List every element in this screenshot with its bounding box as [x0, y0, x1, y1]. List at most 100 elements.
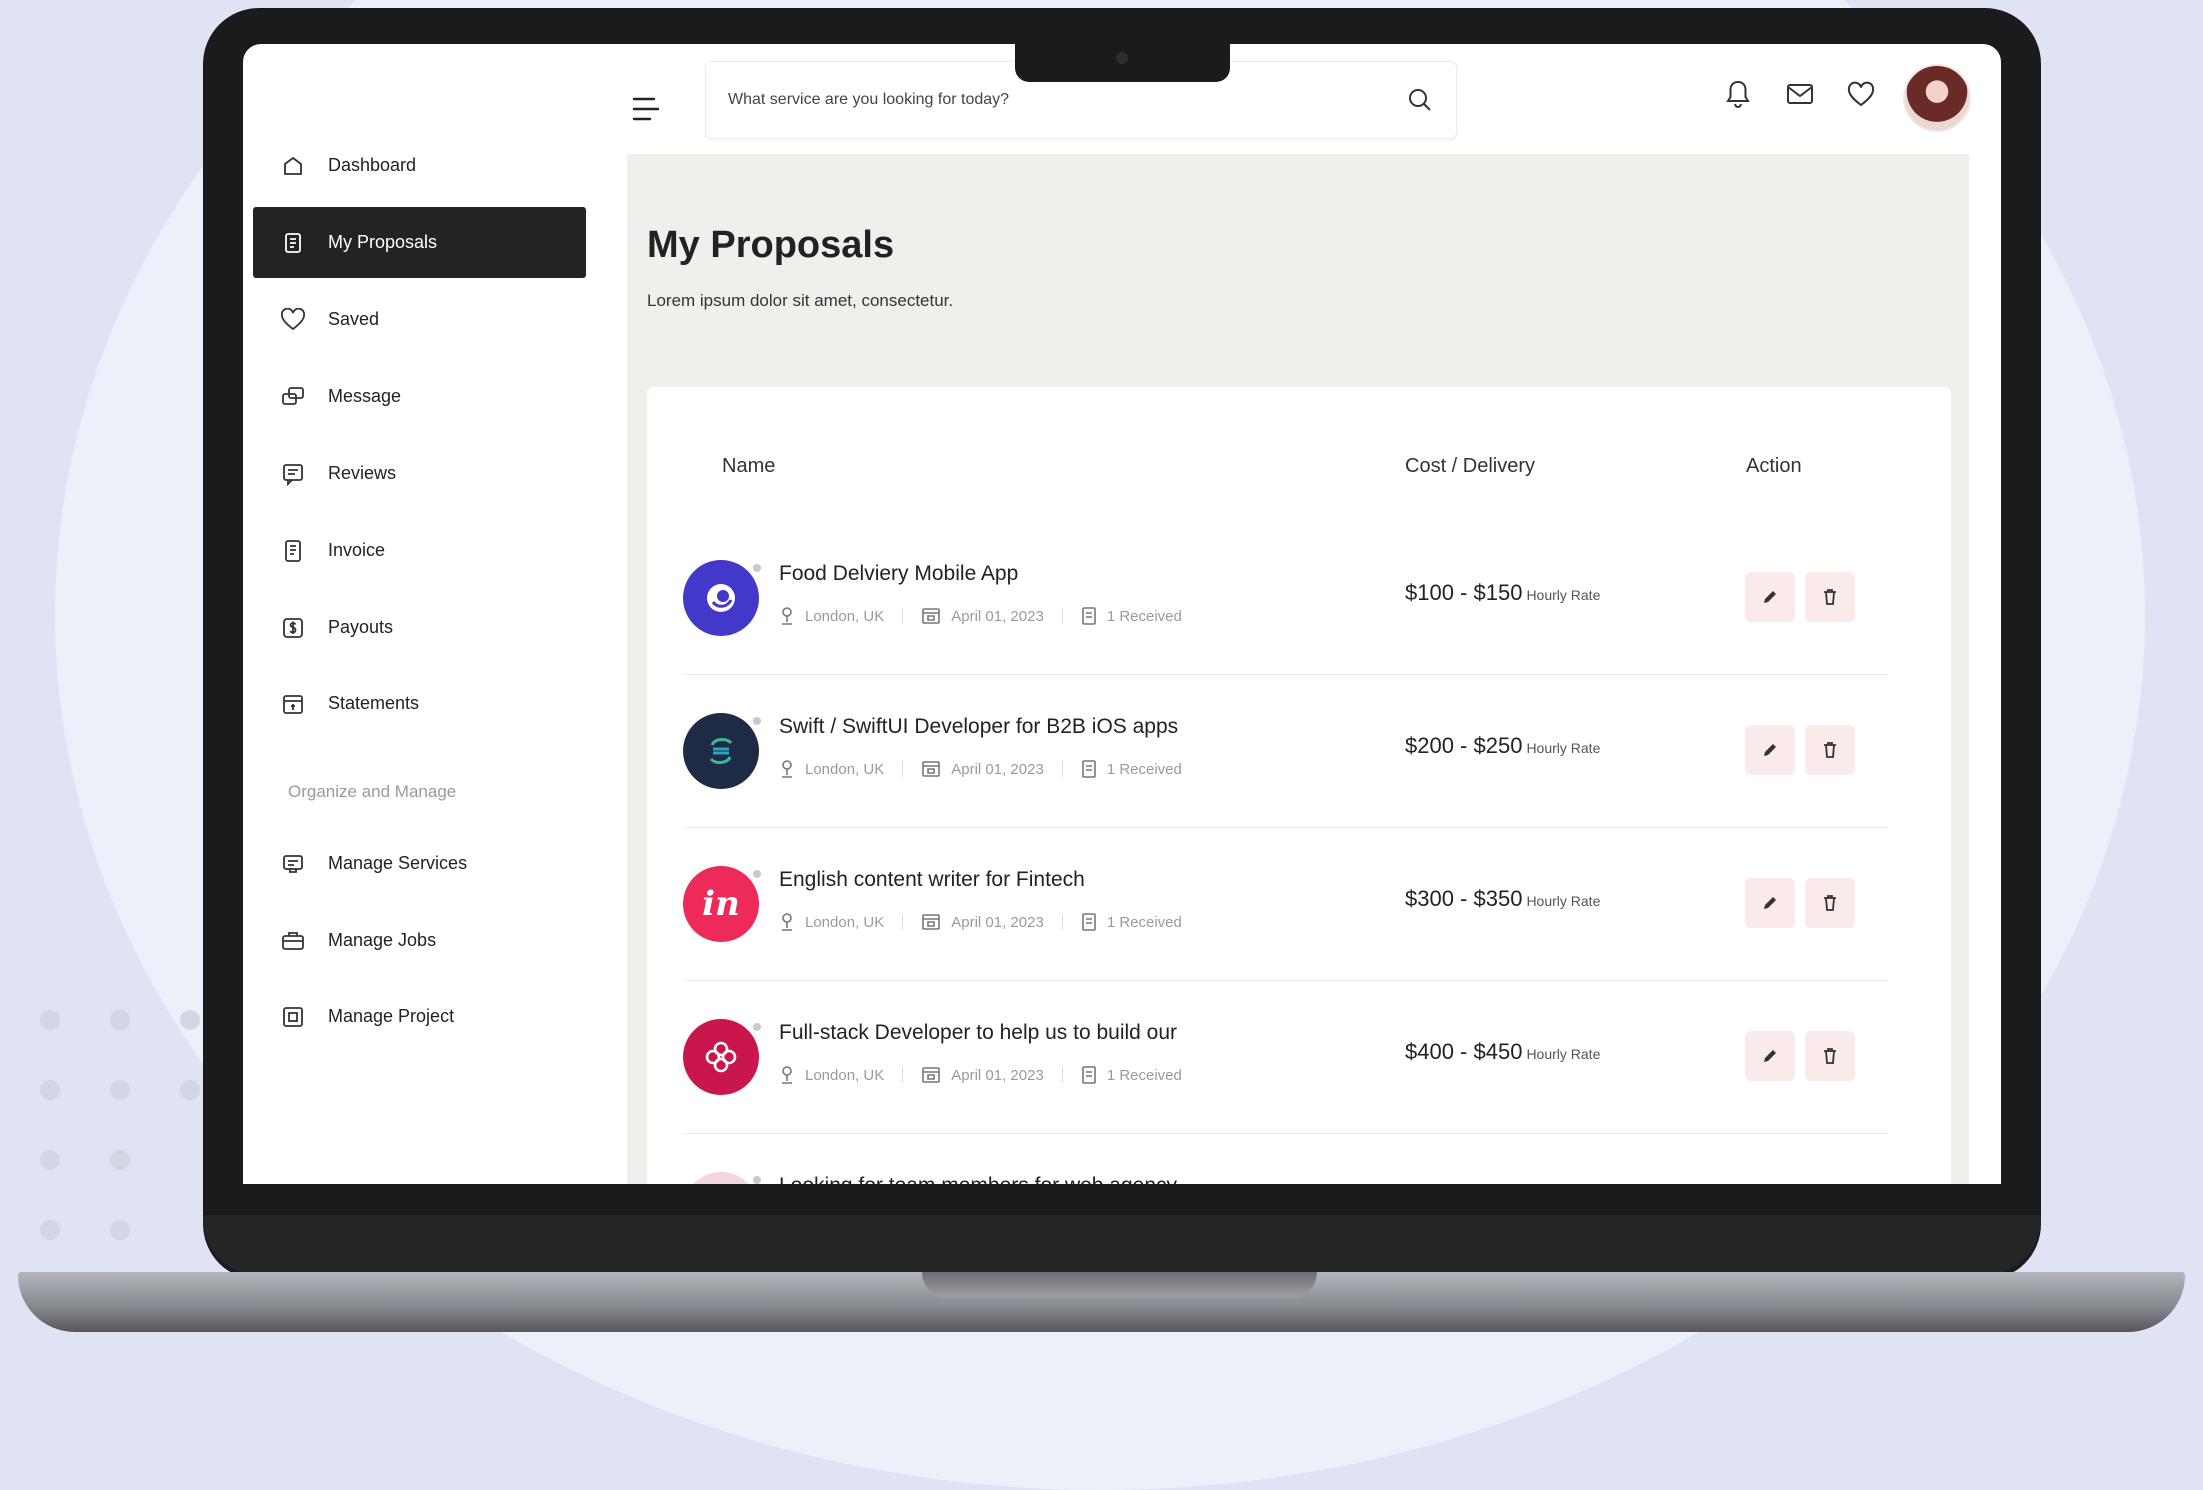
trash-icon [1824, 1048, 1836, 1064]
proposal-title[interactable]: Swift / SwiftUI Developer for B2B iOS ap… [779, 715, 1178, 739]
camera-notch [1015, 44, 1230, 82]
edit-button[interactable] [1745, 878, 1795, 928]
laptop-chin [203, 1215, 2041, 1275]
location-text: London, UK [805, 760, 885, 778]
received-text: 1 Received [1106, 913, 1182, 931]
rate-unit: Hourly Rate [1526, 587, 1601, 603]
column-header-action: Action [1746, 455, 1802, 477]
calendar-icon [922, 761, 941, 777]
sidebar-item-payouts[interactable]: Payouts [253, 592, 586, 663]
delete-button[interactable] [1805, 725, 1855, 775]
proposal-title[interactable]: English content writer for Fintech [779, 868, 1085, 892]
edit-button[interactable] [1745, 572, 1795, 622]
location-pin-icon [782, 1066, 792, 1084]
sidebar-item-invoice[interactable]: Invoice [253, 515, 586, 586]
company-logo [683, 1019, 761, 1095]
sidebar-item-label: Payouts [328, 617, 394, 637]
delete-button[interactable] [1805, 1031, 1855, 1081]
delete-button[interactable] [1805, 878, 1855, 928]
search-icon[interactable] [1406, 86, 1434, 114]
edit-button[interactable] [1745, 725, 1795, 775]
calendar-icon [922, 608, 941, 624]
price-cell: $100 - $150 Hourly Rate [1405, 580, 1600, 606]
sidebar-item-label: Invoice [328, 540, 386, 560]
sidebar-item-dashboard[interactable]: Dashboard [253, 130, 586, 201]
column-header-cost: Cost / Delivery [1405, 455, 1536, 477]
location-pin-icon [782, 913, 792, 931]
trash-icon [1824, 742, 1836, 758]
proposal-meta: London, UK April 01, 2023 1 Received [779, 1065, 1182, 1085]
sidebar-item-label: Saved [328, 309, 380, 329]
camera-icon [1116, 52, 1128, 64]
proposal-title[interactable]: Food Delviery Mobile App [779, 562, 1018, 586]
table-row: Full-stack Developer to help us to build… [683, 981, 1889, 1134]
project-icon [278, 1002, 308, 1032]
received-text: 1 Received [1106, 607, 1182, 625]
price-cell: $200 - $250 Hourly Rate [1405, 733, 1600, 759]
document-icon [278, 228, 308, 258]
location-pin-icon [782, 760, 792, 778]
location-text: London, UK [805, 607, 885, 625]
date-text: April 01, 2023 [951, 607, 1044, 625]
sidebar-item-reviews[interactable]: Reviews [253, 438, 586, 509]
notification-bell-icon[interactable] [1721, 77, 1755, 111]
proposal-meta: London, UK April 01, 2023 1 Received [779, 759, 1182, 779]
proposal-meta: London, UK April 01, 2023 1 Received [779, 912, 1182, 932]
price-range: $400 - $450 [1405, 1039, 1523, 1064]
laptop-hinge-notch [922, 1272, 1317, 1298]
search-input[interactable] [726, 80, 1370, 120]
location-text: London, UK [805, 1066, 885, 1084]
sidebar-item-statements[interactable]: Statements [253, 668, 586, 739]
home-icon [278, 151, 308, 181]
company-logo: in [683, 866, 761, 942]
statement-icon [278, 689, 308, 719]
rate-unit: Hourly Rate [1526, 893, 1601, 909]
sidebar-item-label: My Proposals [328, 232, 438, 252]
menu-toggle-button[interactable] [628, 89, 664, 129]
invoice-icon [278, 536, 308, 566]
dollar-icon [278, 613, 308, 643]
price-range: $200 - $250 [1405, 733, 1523, 758]
received-text: 1 Received [1106, 1066, 1182, 1084]
sidebar-item-saved[interactable]: Saved [253, 284, 586, 355]
column-header-name: Name [722, 455, 776, 477]
proposal-meta: London, UK April 01, 2023 1 Received [779, 606, 1182, 626]
date-text: April 01, 2023 [951, 760, 1044, 778]
mail-icon[interactable] [1783, 77, 1817, 111]
sidebar-item-my-proposals[interactable]: My Proposals [253, 207, 586, 278]
received-text: 1 Received [1106, 760, 1182, 778]
hamburger-menu-icon [632, 97, 660, 121]
app-screen: Dashboard My Proposals Saved Message Rev… [243, 44, 2001, 1184]
proposal-title[interactable]: Full-stack Developer to help us to build… [779, 1021, 1177, 1045]
sidebar-item-label: Manage Services [328, 853, 468, 873]
sidebar: Dashboard My Proposals Saved Message Rev… [243, 44, 615, 1184]
sidebar-item-label: Manage Jobs [328, 930, 437, 950]
pencil-icon [1764, 1050, 1776, 1062]
avatar[interactable] [1903, 64, 1971, 132]
calendar-icon [922, 1067, 941, 1083]
location-text: London, UK [805, 913, 885, 931]
company-logo [683, 713, 761, 789]
favorites-heart-icon[interactable] [1844, 77, 1878, 111]
proposal-title[interactable]: Looking for team members for web agency [779, 1174, 1177, 1184]
price-cell: $400 - $450 Hourly Rate [1405, 1039, 1600, 1065]
heart-icon [278, 305, 308, 335]
sidebar-item-manage-services[interactable]: Manage Services [253, 828, 586, 899]
price-range: $300 - $350 [1405, 886, 1523, 911]
location-pin-icon [782, 607, 792, 625]
edit-button[interactable] [1745, 1031, 1795, 1081]
sidebar-item-manage-jobs[interactable]: Manage Jobs [253, 905, 586, 976]
services-icon [278, 849, 308, 879]
pencil-icon [1764, 591, 1776, 603]
sidebar-item-manage-project[interactable]: Manage Project [253, 981, 586, 1052]
received-doc-icon [1082, 913, 1096, 931]
table-row: Swift / SwiftUI Developer for B2B iOS ap… [683, 675, 1889, 828]
company-logo [683, 560, 761, 636]
sidebar-item-label: Reviews [328, 463, 397, 483]
delete-button[interactable] [1805, 572, 1855, 622]
sidebar-item-label: Manage Project [328, 1006, 455, 1026]
sidebar-item-message[interactable]: Message [253, 361, 586, 432]
trash-icon [1824, 589, 1836, 605]
table-row: Food Delviery Mobile App London, UK Apri… [683, 522, 1889, 675]
chat-icon [278, 382, 308, 412]
